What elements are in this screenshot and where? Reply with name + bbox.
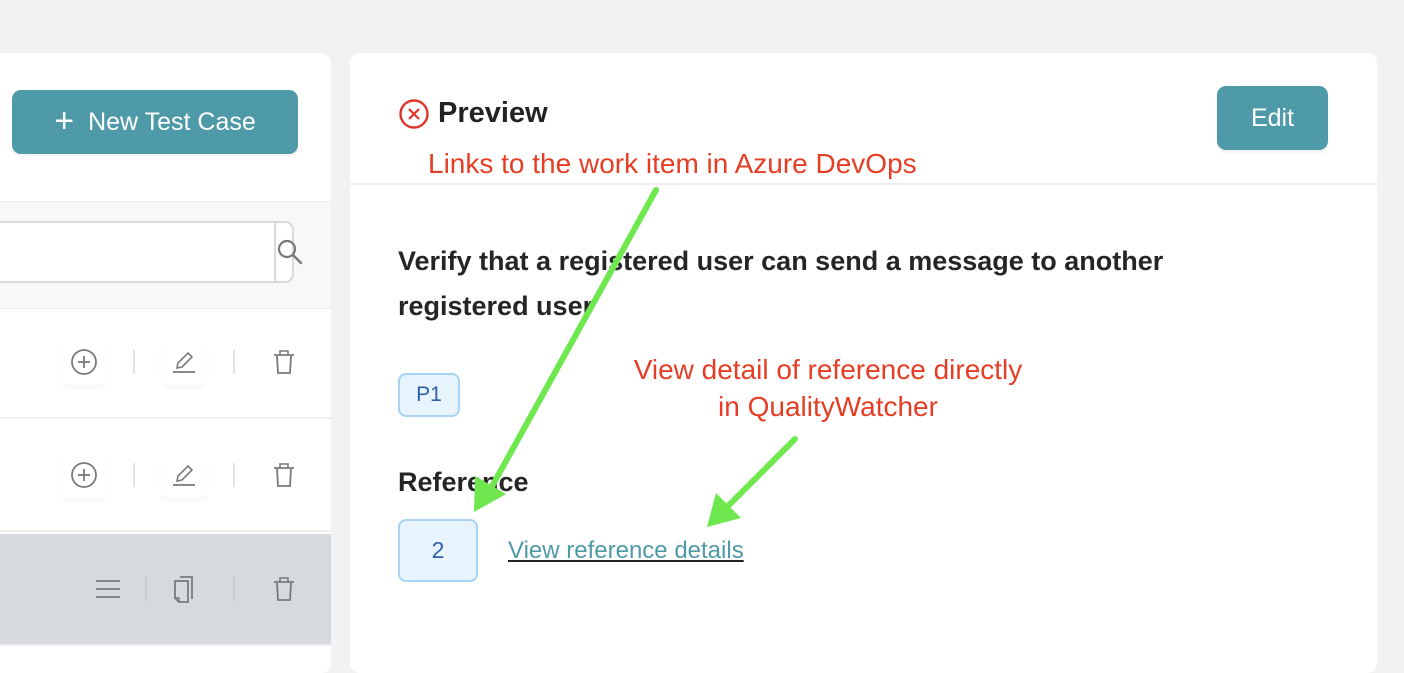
menu-icon xyxy=(96,580,120,598)
preview-title-text: Preview xyxy=(438,97,548,129)
annotation-azure-devops: Links to the work item in Azure DevOps xyxy=(428,148,917,179)
test-case-row[interactable] xyxy=(0,307,331,419)
search-bar-area xyxy=(0,201,331,309)
annotation-view-detail-line2: in QualityWatcher xyxy=(718,391,938,422)
edit-button[interactable]: Edit xyxy=(1217,86,1328,150)
divider xyxy=(233,350,235,374)
divider xyxy=(233,577,235,601)
reference-label: Reference xyxy=(398,467,529,497)
plus-icon: + xyxy=(54,101,75,140)
delete-row-button[interactable] xyxy=(261,339,307,385)
search-icon xyxy=(277,239,303,265)
add-step-button[interactable] xyxy=(61,452,107,498)
add-step-button[interactable] xyxy=(61,339,107,385)
trash-icon xyxy=(274,350,294,374)
divider xyxy=(133,463,135,487)
add-circle-icon xyxy=(71,349,97,375)
copy-icon xyxy=(174,576,193,603)
pencil-icon xyxy=(173,351,195,373)
search-button[interactable] xyxy=(274,223,304,281)
divider xyxy=(133,350,135,374)
test-case-row[interactable] xyxy=(0,420,331,532)
edit-row-button[interactable] xyxy=(161,452,207,498)
test-case-title: Verify that a registered user can send a… xyxy=(398,246,1164,321)
trash-icon xyxy=(274,463,294,487)
pencil-icon xyxy=(173,464,195,486)
search-box xyxy=(0,221,303,283)
duplicate-button[interactable] xyxy=(161,566,207,612)
delete-row-button[interactable] xyxy=(261,452,307,498)
priority-badge: P1 xyxy=(398,373,460,417)
test-case-row-selected[interactable] xyxy=(0,534,331,646)
annotation-view-detail: View detail of reference directly in Qua… xyxy=(610,351,1046,425)
annotation-view-detail-line1: View detail of reference directly xyxy=(633,354,1023,385)
test-case-list-panel: + New Test Case xyxy=(0,53,331,673)
delete-row-button[interactable] xyxy=(261,566,307,612)
view-reference-details-link[interactable]: View reference details xyxy=(508,537,744,565)
add-circle-icon xyxy=(71,462,97,488)
trash-icon xyxy=(274,577,294,601)
new-test-case-button[interactable]: + New Test Case xyxy=(12,90,298,154)
preview-title: Preview xyxy=(398,97,548,130)
divider xyxy=(233,463,235,487)
close-circle-icon[interactable] xyxy=(398,98,430,130)
edit-row-button[interactable] xyxy=(161,339,207,385)
search-input[interactable] xyxy=(0,223,274,281)
details-button[interactable] xyxy=(85,566,131,612)
divider xyxy=(145,577,147,601)
reference-id-link[interactable]: 2 xyxy=(398,519,478,582)
new-test-case-label: New Test Case xyxy=(88,107,256,136)
